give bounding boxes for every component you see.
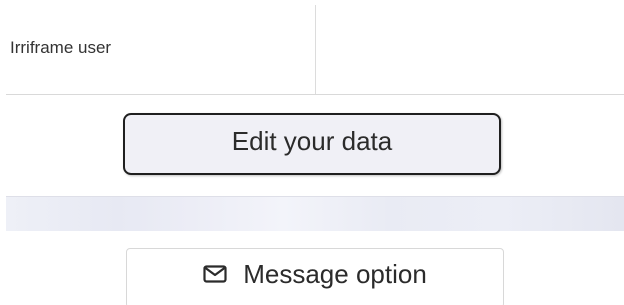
- message-option-button[interactable]: Message option: [126, 248, 504, 305]
- user-type-label: Irriframe user: [10, 38, 112, 57]
- message-option-label: Message option: [243, 259, 427, 289]
- profile-page: Irriframe user Edit your data Message op…: [0, 0, 624, 305]
- envelope-icon: [203, 265, 233, 287]
- banner-strip: [6, 196, 624, 231]
- edit-data-button[interactable]: Edit your data: [123, 113, 501, 175]
- cell-divider: [315, 5, 316, 94]
- edit-data-button-label: Edit your data: [231, 125, 393, 156]
- profile-info-table: Irriframe user: [6, 0, 624, 95]
